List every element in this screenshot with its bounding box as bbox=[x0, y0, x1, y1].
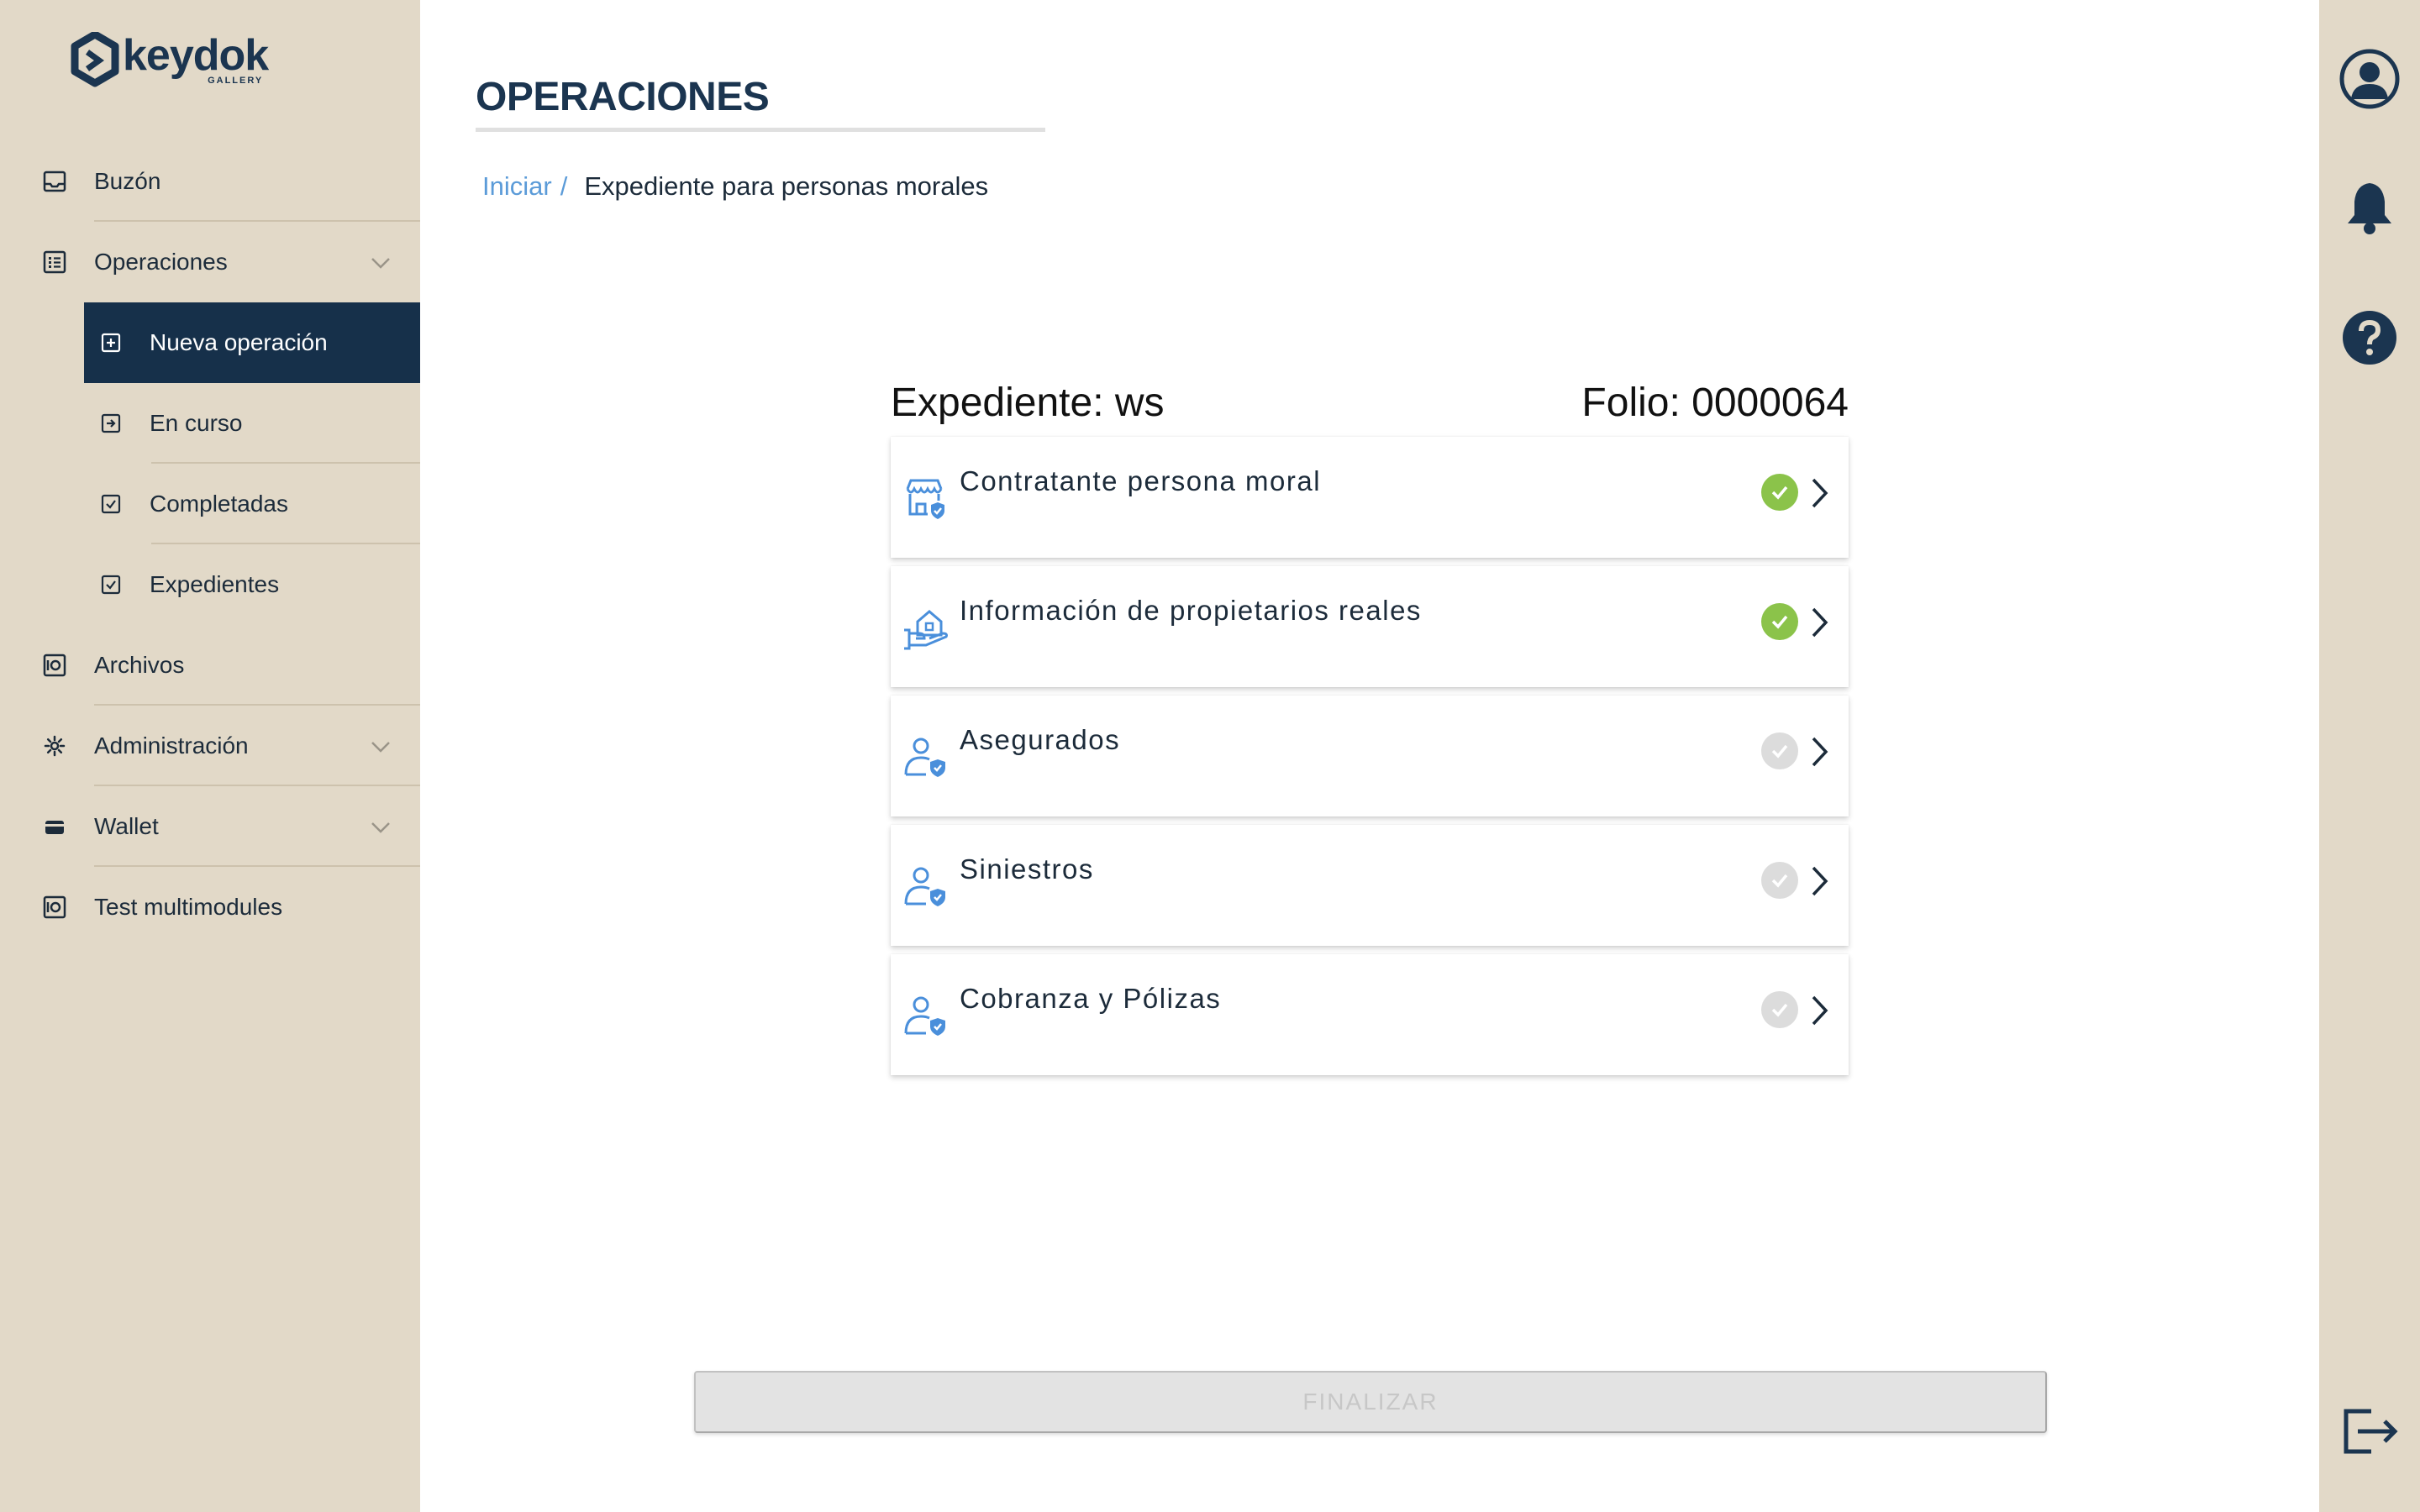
section-card-siniestros[interactable]: Siniestros bbox=[891, 825, 1849, 946]
enter-square-icon bbox=[99, 412, 123, 435]
sidebar-item-operaciones[interactable]: Operaciones bbox=[0, 222, 420, 302]
check-square-icon bbox=[99, 573, 123, 596]
sidebar-nav: Buzón Operaciones Nueva operación En cur… bbox=[0, 141, 420, 948]
sidebar-item-label: Operaciones bbox=[94, 249, 228, 275]
sidebar-item-label: En curso bbox=[150, 410, 243, 436]
breadcrumb-current: Expediente para personas morales bbox=[584, 171, 989, 201]
user-shield-icon bbox=[901, 862, 950, 911]
chevron-right-icon[interactable] bbox=[1803, 864, 1835, 899]
sidebar-item-completadas[interactable]: Completadas bbox=[0, 464, 420, 544]
finalize-button[interactable]: FINALIZAR bbox=[694, 1371, 2047, 1433]
gear-icon bbox=[40, 732, 69, 760]
status-pending-icon bbox=[1761, 732, 1798, 769]
sidebar-item-administracion[interactable]: Administración bbox=[0, 706, 420, 786]
app-root: keydok GALLERY Buzón Operaciones Nueva o… bbox=[0, 0, 2420, 1512]
section-label: Siniestros bbox=[960, 853, 1094, 885]
sidebar: keydok GALLERY Buzón Operaciones Nueva o… bbox=[0, 0, 420, 1512]
brand-name: keydok bbox=[123, 31, 269, 80]
sidebar-item-label: Wallet bbox=[94, 813, 159, 839]
check-square-icon bbox=[99, 492, 123, 516]
chevron-down-icon[interactable] bbox=[368, 815, 393, 840]
section-label: Contratante persona moral bbox=[960, 465, 1322, 496]
logout-button[interactable] bbox=[2336, 1398, 2403, 1465]
sidebar-item-label: Nueva operación bbox=[150, 329, 328, 355]
chevron-right-icon[interactable] bbox=[1803, 475, 1835, 511]
status-complete-icon bbox=[1761, 474, 1798, 511]
sidebar-item-nueva-operacion[interactable]: Nueva operación bbox=[84, 302, 420, 383]
status-complete-icon bbox=[1761, 603, 1798, 640]
wallet-icon bbox=[40, 812, 69, 841]
help-button[interactable] bbox=[2336, 304, 2403, 371]
list-icon bbox=[40, 248, 69, 276]
user-avatar-icon bbox=[2339, 49, 2400, 109]
help-icon bbox=[2343, 311, 2396, 365]
breadcrumb-root-link[interactable]: Iniciar bbox=[482, 171, 552, 202]
status-pending-icon bbox=[1761, 862, 1798, 899]
store-shield-icon bbox=[901, 474, 950, 522]
section-label: Asegurados bbox=[960, 724, 1121, 755]
status-pending-icon bbox=[1761, 991, 1798, 1028]
expediente-label: Expediente: ws bbox=[891, 381, 1165, 425]
section-card-propietarios-reales[interactable]: Información de propietarios reales bbox=[891, 566, 1849, 687]
title-underline bbox=[476, 128, 1045, 132]
section-label: Cobranza y Pólizas bbox=[960, 983, 1222, 1014]
section-list: Contratante persona moral Información de… bbox=[891, 437, 1849, 1084]
sidebar-item-archivos[interactable]: Archivos bbox=[0, 625, 420, 706]
sidebar-item-label: Test multimodules bbox=[94, 894, 283, 920]
chevron-down-icon[interactable] bbox=[368, 250, 393, 276]
logo-mark-icon bbox=[71, 32, 119, 87]
user-shield-icon bbox=[901, 732, 950, 781]
inbox-icon bbox=[40, 167, 69, 196]
sidebar-item-label: Completadas bbox=[150, 491, 288, 517]
brand-tagline: GALLERY bbox=[208, 76, 264, 86]
notifications-button[interactable] bbox=[2336, 175, 2403, 242]
breadcrumb-separator: / bbox=[560, 171, 568, 201]
folio-label: Folio: 0000064 bbox=[1581, 381, 1849, 425]
sidebar-item-test-multimodules[interactable]: Test multimodules bbox=[0, 867, 420, 948]
section-card-contratante[interactable]: Contratante persona moral bbox=[891, 437, 1849, 558]
chevron-right-icon[interactable] bbox=[1803, 605, 1835, 640]
safe-icon bbox=[40, 893, 69, 921]
sidebar-item-en-curso[interactable]: En curso bbox=[0, 383, 420, 464]
section-card-asegurados[interactable]: Asegurados bbox=[891, 696, 1849, 816]
sidebar-item-label: Administración bbox=[94, 732, 249, 759]
safe-icon bbox=[40, 651, 69, 680]
sidebar-item-expedientes[interactable]: Expedientes bbox=[0, 544, 420, 625]
logout-icon bbox=[2344, 1409, 2398, 1454]
bell-icon bbox=[2348, 183, 2391, 234]
sidebar-item-label: Buzón bbox=[94, 168, 161, 194]
sidebar-item-buzon[interactable]: Buzón bbox=[0, 141, 420, 222]
plus-square-icon bbox=[99, 331, 123, 354]
section-label: Información de propietarios reales bbox=[960, 595, 1422, 626]
chevron-right-icon[interactable] bbox=[1803, 993, 1835, 1028]
chevron-right-icon[interactable] bbox=[1803, 734, 1835, 769]
sidebar-item-label: Expedientes bbox=[150, 571, 280, 597]
brand-logo[interactable]: keydok GALLERY bbox=[71, 31, 269, 87]
right-rail bbox=[2319, 0, 2420, 1512]
chevron-down-icon[interactable] bbox=[368, 734, 393, 759]
user-shield-icon bbox=[901, 991, 950, 1040]
house-hand-icon bbox=[901, 603, 950, 652]
user-profile-button[interactable] bbox=[2336, 45, 2403, 113]
page-title: OPERACIONES bbox=[476, 75, 770, 119]
section-card-cobranza-polizas[interactable]: Cobranza y Pólizas bbox=[891, 954, 1849, 1075]
main-content: OPERACIONES Iniciar / Expediente para pe… bbox=[420, 0, 2319, 1512]
sidebar-item-label: Archivos bbox=[94, 652, 185, 678]
sidebar-item-wallet[interactable]: Wallet bbox=[0, 786, 420, 867]
breadcrumb: Iniciar / Expediente para personas moral… bbox=[482, 171, 988, 202]
expediente-header: Expediente: ws Folio: 0000064 bbox=[891, 380, 1849, 426]
